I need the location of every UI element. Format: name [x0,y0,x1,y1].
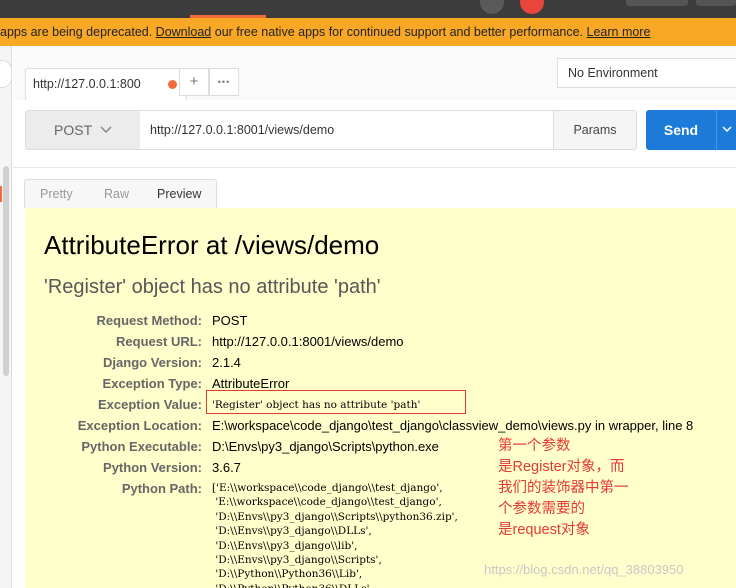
notifications-icon[interactable] [520,0,544,14]
sidebar-history-marker [0,186,2,202]
annotation-line: 第一个参数 [498,438,571,454]
meta-row-python-version: Python Version: 3.6.7 [25,457,736,478]
meta-row-exception-value: Exception Value: 'Register' object has n… [25,394,736,415]
meta-key: Request Method: [96,313,202,328]
meta-value: D:\Envs\py3_django\Scripts\python.exe [212,439,439,454]
meta-value: http://127.0.0.1:8001/views/demo [212,334,404,349]
environment-selector[interactable]: No Environment [557,58,736,88]
sidebar-collapsed [0,46,12,588]
python-path-line: 'D:\\Envs\\py3_django\\Scripts\\python36… [212,510,458,523]
meta-value: 3.6.7 [212,460,241,475]
new-tab-button[interactable]: + [179,68,209,96]
python-path-line: 'D:\\Python\\Python36\\DLLs', [212,582,458,588]
annotation-line: 我们的装饰器中第一 [498,480,629,496]
annotation-line: 是request对象 [498,522,590,538]
meta-value: AttributeError [212,376,290,391]
request-tab-bar: http://127.0.0.1:800 + ••• No Environmen… [13,46,736,100]
banner-text-middle: our free native apps for continued suppo… [211,25,587,39]
meta-key: Python Version: [103,460,202,475]
watermark: https://blog.csdn.net/qq_38803950 [484,562,684,577]
url-input[interactable]: http://127.0.0.1:8001/views/demo [140,110,554,150]
sync-status-icon[interactable] [480,0,504,14]
app-title-bar [0,0,736,18]
meta-row-request-method: Request Method: POST [25,310,736,331]
download-link[interactable]: Download [156,25,212,39]
meta-value: 2.1.4 [212,355,241,370]
tab-raw[interactable]: Raw [104,180,129,208]
python-path-line: 'D:\\Python\\Python36\\Lib', [212,568,363,581]
sidebar-scrollbar[interactable] [3,166,9,376]
meta-row-django-version: Django Version: 2.1.4 [25,352,736,373]
error-title: AttributeError at /views/demo [44,230,380,260]
chevron-down-icon [100,126,112,134]
meta-key: Exception Type: [102,376,202,391]
annotation-line: 个参数需要的 [498,501,585,517]
python-path-line: 'E:\\workspace\\code_django\\test_django… [212,496,442,509]
python-path-list: ['E:\\workspace\\code_django\\test_djang… [212,481,458,588]
send-button[interactable]: Send [646,110,716,150]
meta-key: Django Version: [103,355,202,370]
window-controls[interactable] [696,0,736,6]
annotation-line: 是Register对象，而 [498,459,625,475]
request-bar: POST http://127.0.0.1:8001/views/demo Pa… [13,100,736,168]
chevron-down-icon [721,126,732,133]
method-select[interactable]: POST [25,110,141,150]
meta-key: Request URL: [116,334,202,349]
method-label: POST [54,122,93,138]
params-button[interactable]: Params [553,110,637,150]
more-tabs-button[interactable]: ••• [209,68,239,96]
tab-request-label: http://127.0.0.1:800 [33,77,141,91]
deprecation-banner: apps are being deprecated. Download our … [0,18,736,46]
meta-key: Exception Value: [97,397,202,412]
meta-value: E:\workspace\code_django\test_django\cla… [212,418,694,433]
meta-key: Python Path: [121,481,202,496]
response-toolbar: Pretty Raw Preview [13,168,736,209]
tab-pretty[interactable]: Pretty [40,180,73,208]
meta-key: Python Executable: [81,439,202,454]
annotation-note: 第一个参数是Register对象，而 我们的装饰器中第一 个参数需要的 是reques… [498,436,629,541]
python-path-line: 'D:\\Envs\\py3_django\\DLLs', [212,525,372,538]
error-message: 'Register' object has no attribute 'path… [44,276,381,298]
meta-key: Exception Location: [77,418,202,433]
meta-row-python-executable: Python Executable: D:\Envs\py3_django\Sc… [25,436,736,457]
sidebar-toggle[interactable] [0,60,12,88]
sign-in-button[interactable] [626,0,688,6]
meta-row-request-url: Request URL: http://127.0.0.1:8001/views… [25,331,736,352]
send-options-button[interactable] [716,110,736,150]
response-view-tabs: Pretty Raw Preview [24,179,217,209]
meta-value: 'Register' object has no attribute 'path… [212,399,421,411]
meta-row-exception-location: Exception Location: E:\workspace\code_dj… [25,415,736,436]
response-preview: AttributeError at /views/demo 'Register'… [25,208,736,588]
tab-preview[interactable]: Preview [157,180,201,208]
unsaved-changes-dot-icon [168,80,177,89]
python-path-line: 'D:\\Envs\\py3_django\\lib', [212,539,358,552]
tab-request[interactable]: http://127.0.0.1:800 [25,68,187,100]
python-path-line: ['E:\\workspace\\code_django\\test_djang… [212,482,443,494]
python-path-line: 'D:\\Envs\\py3_django\\Scripts', [212,554,382,567]
meta-value: POST [212,313,248,328]
banner-text-start: apps are being deprecated. [0,25,156,39]
learn-more-link[interactable]: Learn more [587,25,651,39]
